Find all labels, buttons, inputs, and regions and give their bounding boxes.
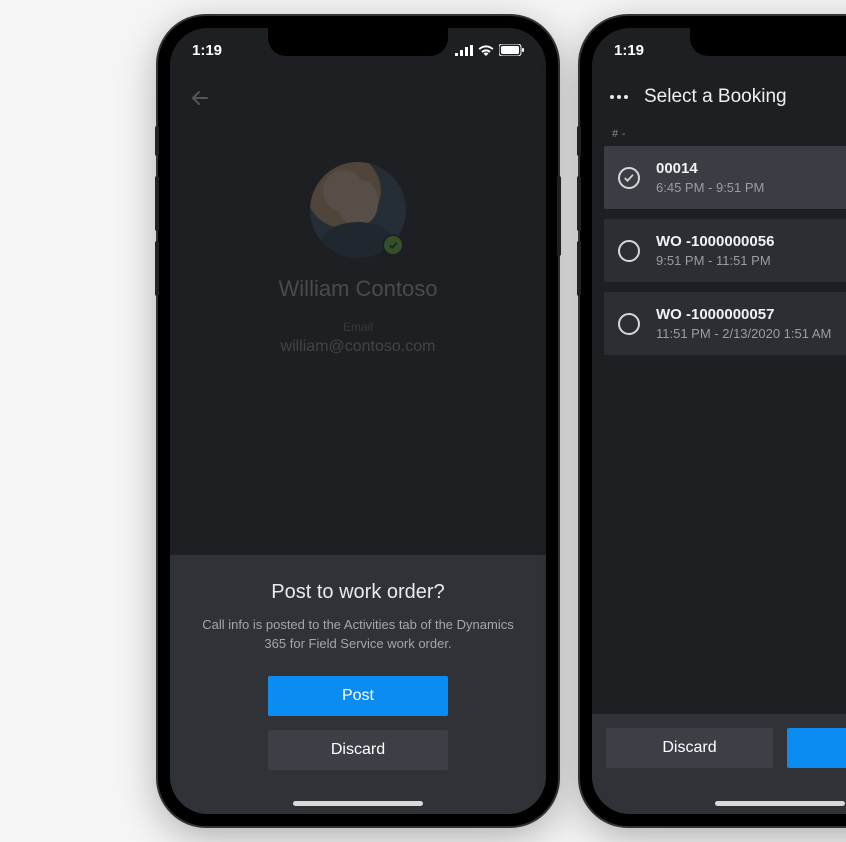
booking-time: 11:51 PM - 2/13/2020 1:51 AM [656,326,831,341]
back-icon[interactable] [188,86,212,115]
sheet-title: Post to work order? [190,581,526,604]
screen-left: 1:19 William Contoso Email wil [170,28,546,814]
booking-list: 00014 6:45 PM - 9:51 PM WO -1000000056 9… [592,146,846,365]
booking-item[interactable]: WO -1000000056 9:51 PM - 11:51 PM [604,219,846,282]
cellular-icon [455,45,473,56]
discard-button[interactable]: Discard [268,730,448,770]
phone-left: 1:19 William Contoso Email wil [158,16,558,826]
discard-button[interactable]: Discard [606,728,773,768]
radio-icon [618,313,640,335]
booking-title: WO -1000000057 [656,306,831,323]
list-header: # - [592,126,846,146]
profile-section: William Contoso Email william@contoso.co… [170,162,546,356]
radio-icon [618,240,640,262]
status-icons [455,44,524,56]
phone-right: 1:19 Select a Booking # - 00014 6:45 PM … [580,16,846,826]
notch [690,28,846,56]
action-sheet: Post to work order? Call info is posted … [170,555,546,814]
post-button[interactable]: Post [268,676,448,716]
home-indicator[interactable] [715,801,845,806]
profile-email: william@contoso.com [281,338,436,356]
radio-selected-icon [618,167,640,189]
booking-title: WO -1000000056 [656,233,774,250]
more-menu-icon[interactable] [610,95,628,99]
status-time: 1:19 [192,42,222,59]
confirm-button[interactable] [787,728,846,768]
booking-time: 6:45 PM - 9:51 PM [656,180,764,195]
notch [268,28,448,56]
presence-available-icon [382,234,404,256]
avatar-wrap [310,162,406,258]
home-indicator[interactable] [293,801,423,806]
screen-right: 1:19 Select a Booking # - 00014 6:45 PM … [592,28,846,814]
status-time: 1:19 [614,42,644,59]
booking-item[interactable]: 00014 6:45 PM - 9:51 PM [604,146,846,209]
battery-icon [499,44,524,56]
page-header: Select a Booking [592,72,846,126]
footer-bar: Discard [592,714,846,814]
booking-item[interactable]: WO -1000000057 11:51 PM - 2/13/2020 1:51… [604,292,846,355]
page-title: Select a Booking [644,86,787,108]
wifi-icon [478,45,494,56]
booking-title: 00014 [656,160,764,177]
sheet-description: Call info is posted to the Activities ta… [190,616,526,654]
booking-time: 9:51 PM - 11:51 PM [656,253,774,268]
profile-name: William Contoso [279,276,438,302]
profile-email-label: Email [343,320,373,334]
